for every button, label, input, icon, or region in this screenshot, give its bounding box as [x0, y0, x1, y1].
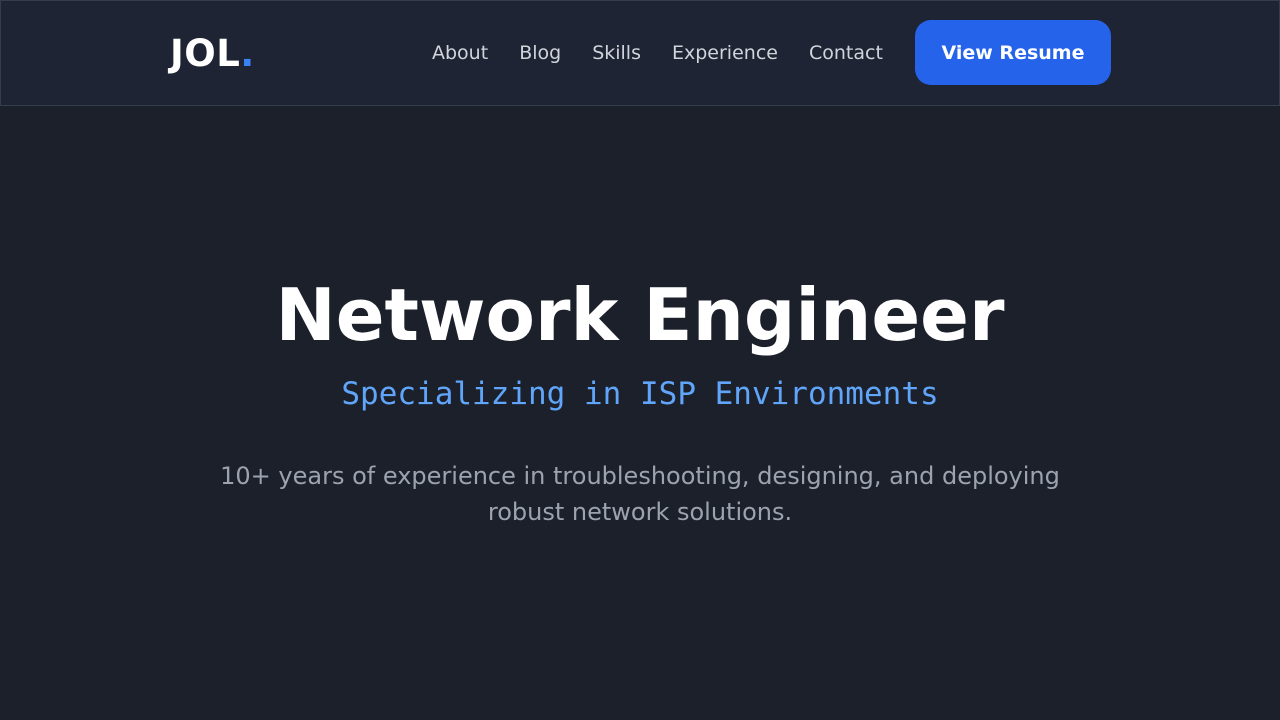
site-header: JOL. About Blog Skills Experience Contac… [0, 0, 1280, 106]
logo-dot: . [240, 32, 255, 75]
site-logo[interactable]: JOL. [170, 32, 255, 76]
nav-link-about[interactable]: About [432, 39, 488, 67]
nav-link-skills[interactable]: Skills [592, 39, 641, 67]
nav-link-experience[interactable]: Experience [672, 39, 778, 67]
nav-link-blog[interactable]: Blog [519, 39, 561, 67]
hero-subtitle: Specializing in ISP Environments [341, 376, 939, 412]
logo-text: JOL [170, 32, 241, 75]
main-nav: About Blog Skills Experience Contact [432, 39, 883, 67]
view-resume-button[interactable]: View Resume [915, 20, 1111, 85]
hero-title: Network Engineer [275, 273, 1005, 357]
hero-description: 10+ years of experience in troubleshooti… [220, 462, 1060, 526]
nav-link-contact[interactable]: Contact [809, 39, 883, 67]
